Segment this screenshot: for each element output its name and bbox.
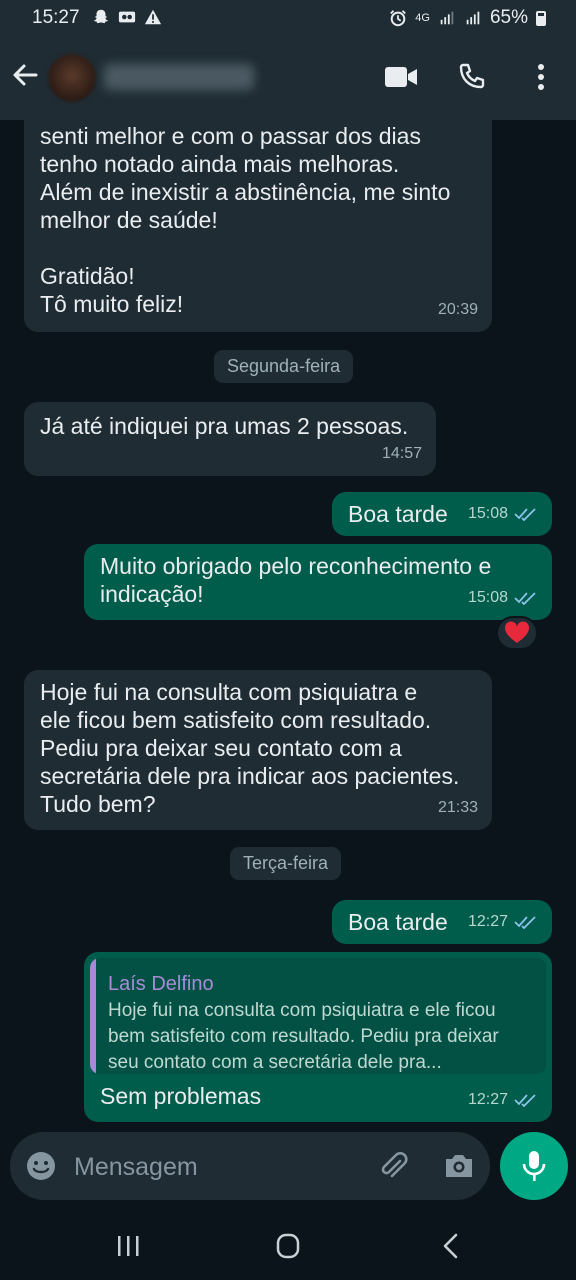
more-options-button[interactable] xyxy=(524,60,558,94)
emoji-button[interactable] xyxy=(24,1149,58,1183)
message-meta: 12:27 xyxy=(468,908,538,936)
recent-apps-icon xyxy=(118,1236,139,1256)
paperclip-icon xyxy=(381,1152,408,1178)
emoji-icon xyxy=(27,1152,55,1180)
message-outgoing-reply[interactable]: Laís Delfino Hoje fui na consulta com ps… xyxy=(84,952,552,1122)
system-navigation-bar xyxy=(0,1212,576,1280)
date-separator: Terça-feira xyxy=(230,847,342,880)
attach-button[interactable] xyxy=(376,1149,410,1183)
contact-name-blurred[interactable] xyxy=(104,64,254,90)
voice-call-button[interactable] xyxy=(454,60,488,94)
message-input[interactable] xyxy=(72,1146,356,1188)
video-call-icon xyxy=(385,67,417,87)
message-time: 21:33 xyxy=(437,799,478,816)
chat-header xyxy=(0,36,576,120)
message-meta: 21:33 xyxy=(438,794,478,822)
message-text: Já até indiquei pra umas 2 pessoas. xyxy=(40,413,409,439)
alarm-icon xyxy=(390,10,407,27)
voicemail-icon xyxy=(118,11,136,23)
recent-apps-button[interactable] xyxy=(110,1230,146,1262)
message-time: 14:57 xyxy=(381,445,422,462)
home-icon xyxy=(276,1233,300,1259)
message-text: senti melhor e com o passar dos dias ten… xyxy=(40,123,451,317)
notification-icons xyxy=(92,8,162,26)
quoted-text: Hoje fui na consulta com psiquiatra e el… xyxy=(108,1000,499,1073)
message-list[interactable]: senti melhor e com o passar dos dias ten… xyxy=(0,120,576,1130)
message-text: Sem problemas xyxy=(100,1083,262,1109)
signal-icon-2 xyxy=(466,11,480,25)
message-time: 12:27 xyxy=(467,1091,508,1108)
status-time: 15:27 xyxy=(32,7,80,28)
warning-icon xyxy=(144,9,162,25)
message-incoming[interactable]: Hoje fui na consulta com psiquiatra e el… xyxy=(24,670,492,830)
status-bar: 15:27 4G 65% xyxy=(0,0,576,36)
message-text: Hoje fui na consulta com psiquiatra e el… xyxy=(40,679,460,817)
home-button[interactable] xyxy=(270,1230,306,1262)
quoted-author: Laís Delfino xyxy=(108,973,214,995)
heart-icon xyxy=(504,621,530,643)
video-call-button[interactable] xyxy=(384,60,418,94)
message-meta: 15:08 xyxy=(468,584,538,612)
back-button[interactable] xyxy=(10,60,40,90)
message-outgoing[interactable]: Boa tarde 12:27 xyxy=(332,900,552,944)
message-outgoing[interactable]: Muito obrigado pelo reconhecimento e ind… xyxy=(84,544,552,620)
message-meta: 14:57 xyxy=(382,440,422,468)
message-time: 12:27 xyxy=(467,913,508,930)
read-receipt-icon xyxy=(514,1094,536,1107)
voice-message-button[interactable] xyxy=(500,1132,568,1200)
message-time: 15:08 xyxy=(467,589,508,606)
back-chevron-icon xyxy=(443,1233,458,1259)
system-icons: 4G 65% xyxy=(389,7,546,29)
message-incoming[interactable]: senti melhor e com o passar dos dias ten… xyxy=(24,120,492,332)
message-meta: 12:27 xyxy=(468,1086,538,1114)
contact-avatar[interactable] xyxy=(48,54,96,102)
back-arrow-icon xyxy=(13,64,38,86)
signal-icon-1 xyxy=(440,11,454,25)
read-receipt-icon xyxy=(514,916,536,929)
more-options-icon xyxy=(538,64,544,90)
back-nav-button[interactable] xyxy=(432,1230,468,1262)
message-outgoing[interactable]: Boa tarde 15:08 xyxy=(332,492,552,536)
quoted-message[interactable]: Laís Delfino Hoje fui na consulta com ps… xyxy=(90,958,546,1074)
message-meta: 20:39 xyxy=(438,296,478,324)
camera-button[interactable] xyxy=(442,1149,476,1183)
battery-icon xyxy=(536,10,546,26)
reaction-badge[interactable] xyxy=(496,616,538,650)
message-incoming[interactable]: Já até indiquei pra umas 2 pessoas. 14:5… xyxy=(24,402,436,476)
message-meta: 15:08 xyxy=(468,500,538,528)
date-separator: Segunda-feira xyxy=(214,350,354,383)
camera-icon xyxy=(446,1155,472,1177)
quote-accent-bar xyxy=(90,958,96,1074)
message-composer xyxy=(10,1132,490,1200)
read-receipt-icon xyxy=(514,592,536,605)
message-time: 15:08 xyxy=(467,505,508,522)
battery-percent: 65% xyxy=(489,7,528,28)
snapchat-icon xyxy=(93,9,109,24)
microphone-icon xyxy=(522,1151,546,1181)
message-time: 20:39 xyxy=(437,301,478,318)
read-receipt-icon xyxy=(514,508,536,521)
phone-icon xyxy=(459,63,485,89)
network-type: 4G xyxy=(415,11,430,24)
